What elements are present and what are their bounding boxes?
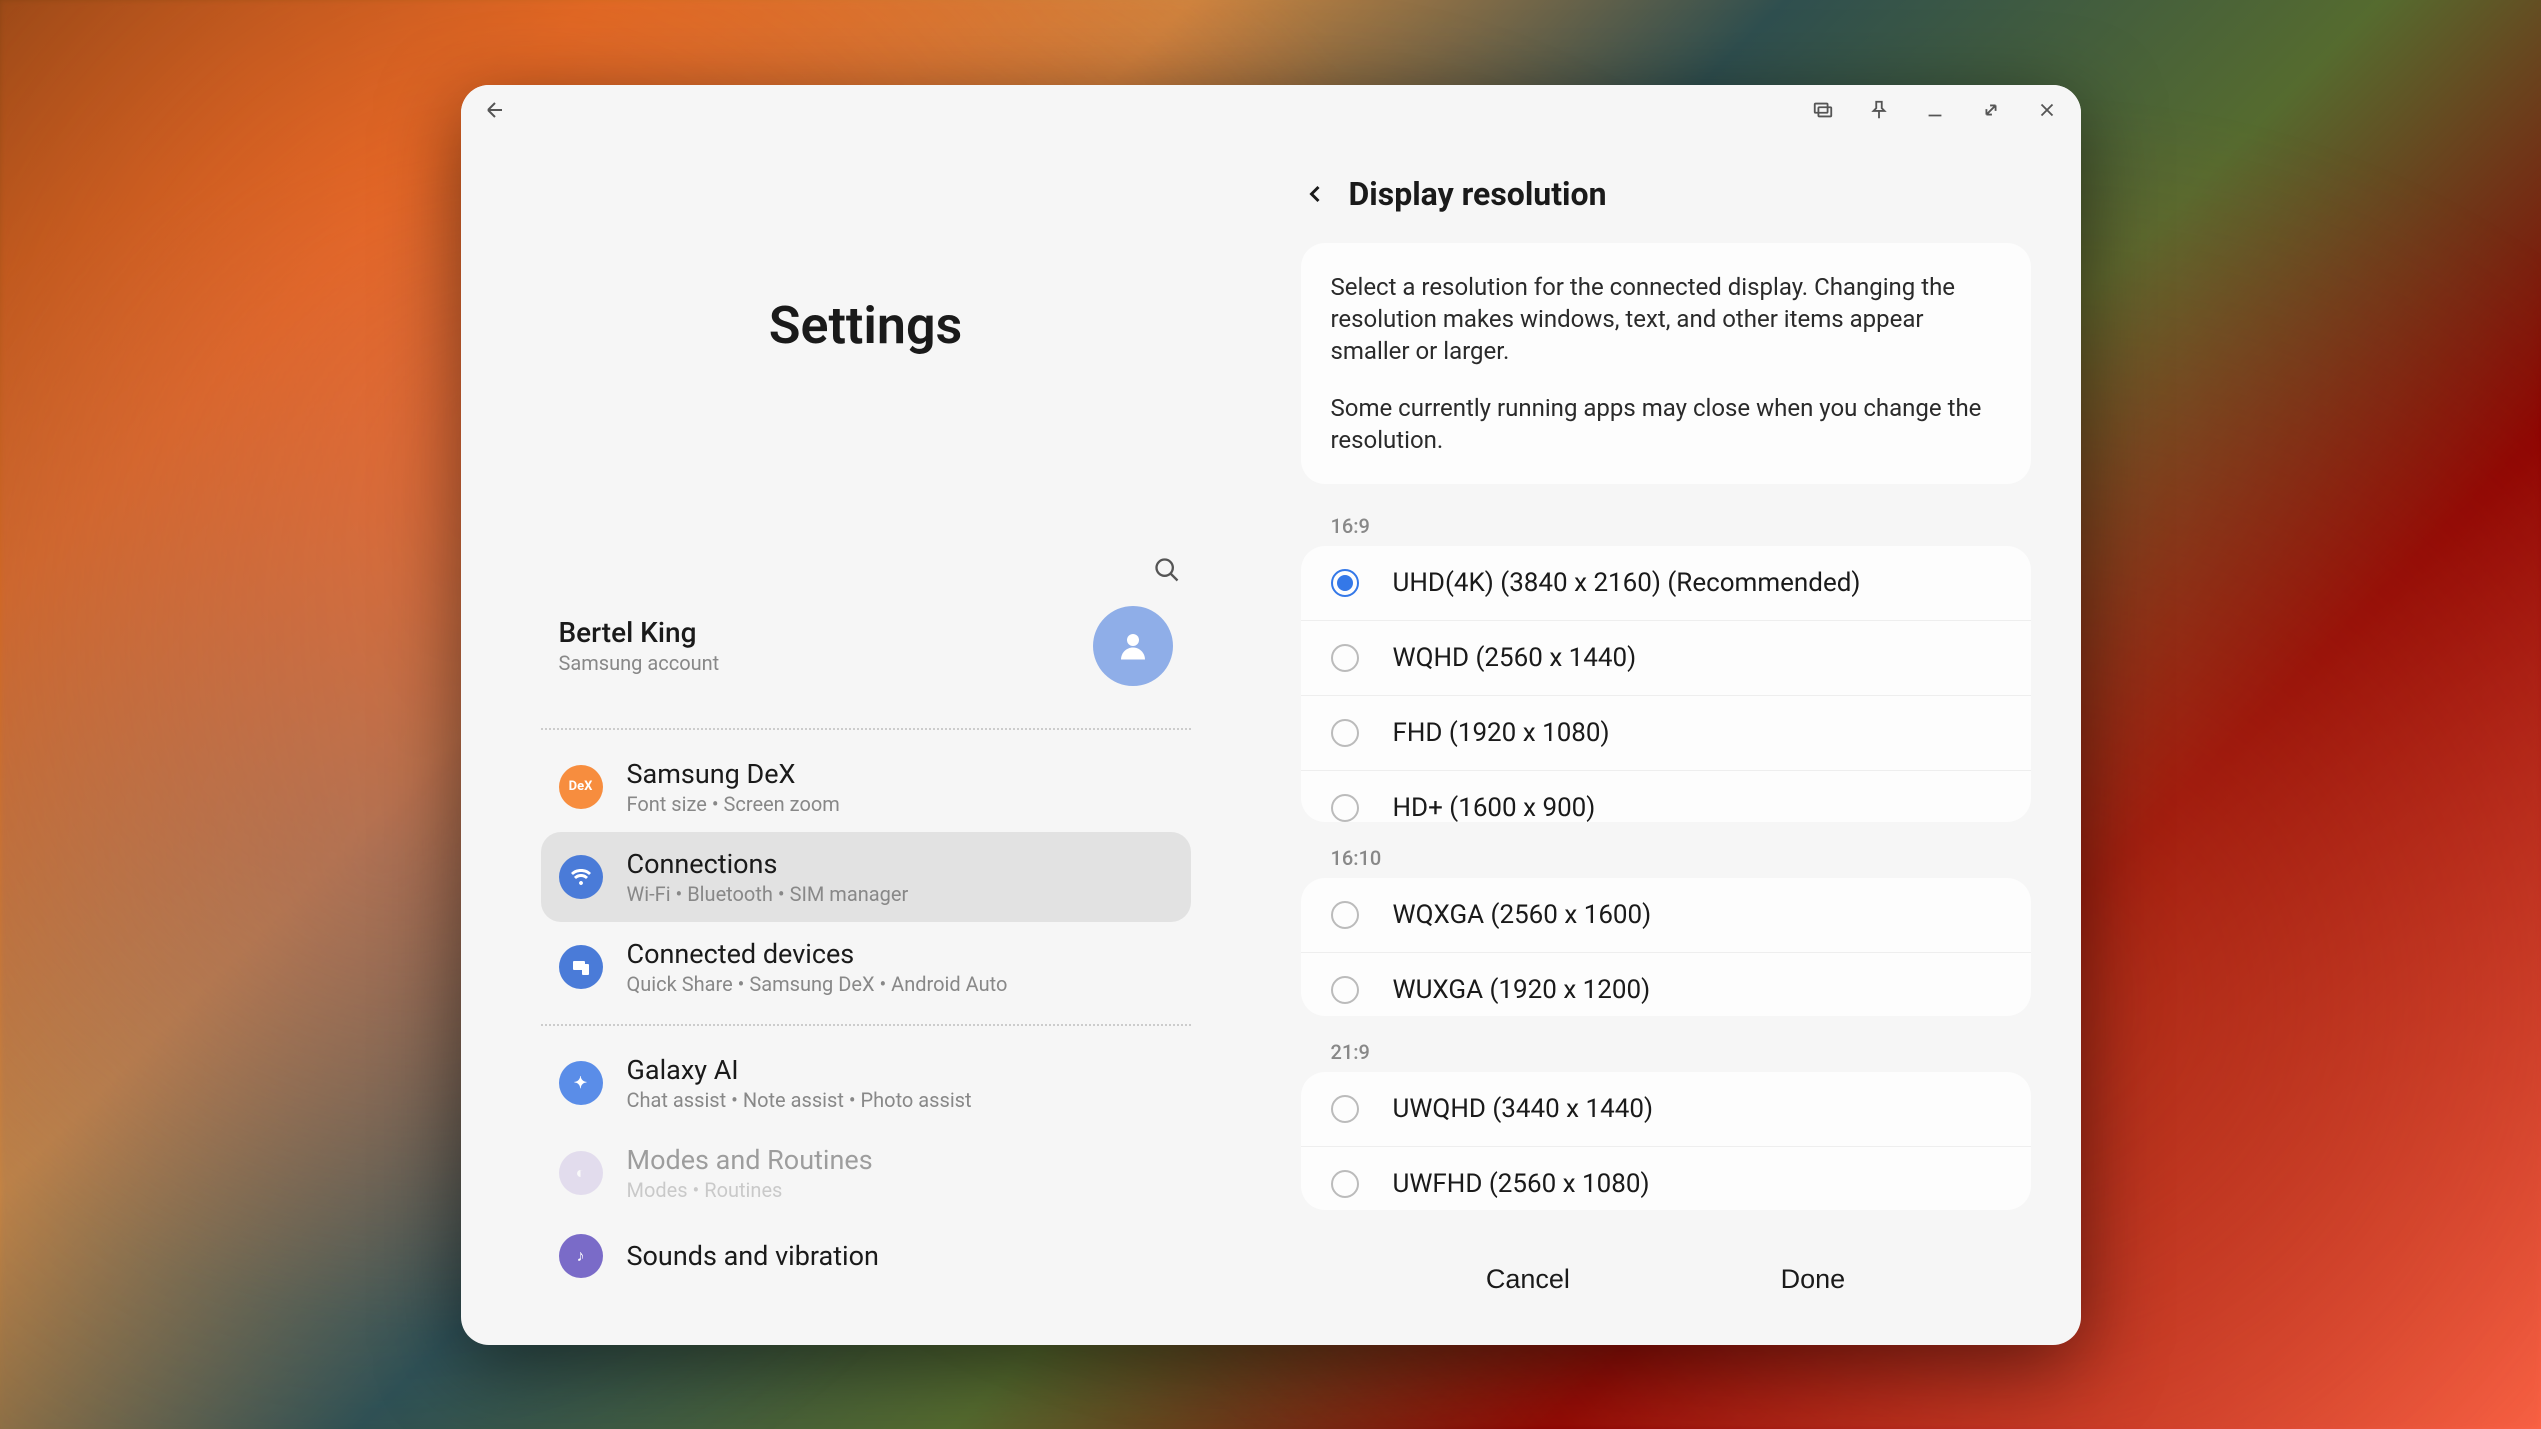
sidebar-item-label: Connected devices xyxy=(627,938,1008,970)
radio-label: WQHD (2560 x 1440) xyxy=(1393,643,1637,673)
divider xyxy=(541,728,1191,730)
done-button[interactable]: Done xyxy=(1741,1254,1886,1305)
sidebar-item-sub: Font size • Screen zoom xyxy=(627,792,840,816)
radio-option-hdplus[interactable]: HD+ (1600 x 900) xyxy=(1301,770,2031,822)
radio-label: HD+ (1600 x 900) xyxy=(1393,793,1596,822)
account-name: Bertel King xyxy=(559,616,720,649)
avatar[interactable] xyxy=(1093,606,1173,686)
monitor-icon[interactable] xyxy=(1809,96,1837,124)
sidebar-item-sounds[interactable]: ♪ Sounds and vibration xyxy=(541,1218,1191,1294)
radio-label: WUXGA (1920 x 1200) xyxy=(1393,975,1651,1005)
group-label-16-10: 16:10 xyxy=(1331,846,2031,870)
devices-icon xyxy=(559,945,603,989)
radio-group-16-9: UHD(4K) (3840 x 2160) (Recommended) WQHD… xyxy=(1301,546,2031,822)
info-text-1: Select a resolution for the connected di… xyxy=(1331,271,2001,368)
radio-button[interactable] xyxy=(1331,901,1359,929)
radio-group-16-10: WQXGA (2560 x 1600) WUXGA (1920 x 1200) xyxy=(1301,878,2031,1016)
radio-option-uhd4k[interactable]: UHD(4K) (3840 x 2160) (Recommended) xyxy=(1301,546,2031,620)
sidebar-item-samsung-dex[interactable]: DeX Samsung DeX Font size • Screen zoom xyxy=(541,742,1191,832)
sidebar-item-label: Connections xyxy=(627,848,909,880)
radio-button[interactable] xyxy=(1331,1095,1359,1123)
radio-button[interactable] xyxy=(1331,794,1359,822)
detail-pane: Display resolution Select a resolution f… xyxy=(1271,135,2081,1345)
radio-option-wqhd[interactable]: WQHD (2560 x 1440) xyxy=(1301,620,2031,695)
modes-icon: ◐ xyxy=(559,1151,603,1195)
window-titlebar xyxy=(461,85,2081,135)
footer-buttons: Cancel Done xyxy=(1301,1224,2031,1325)
close-icon[interactable] xyxy=(2033,96,2061,124)
radio-button[interactable] xyxy=(1331,569,1359,597)
radio-option-uwqhd[interactable]: UWQHD (3440 x 1440) xyxy=(1301,1072,2031,1146)
radio-button[interactable] xyxy=(1331,1170,1359,1198)
account-row[interactable]: Bertel King Samsung account xyxy=(541,594,1191,716)
maximize-icon[interactable] xyxy=(1977,96,2005,124)
sidebar-item-sub: Quick Share • Samsung DeX • Android Auto xyxy=(627,972,1008,996)
settings-window: Settings Bertel King Samsung account xyxy=(461,85,2081,1345)
chevron-left-icon[interactable] xyxy=(1301,180,1329,208)
detail-title: Display resolution xyxy=(1349,175,1607,213)
radio-button[interactable] xyxy=(1331,976,1359,1004)
radio-label: WQXGA (2560 x 1600) xyxy=(1393,900,1652,930)
radio-label: FHD (1920 x 1080) xyxy=(1393,718,1610,748)
sidebar-item-sub: Chat assist • Note assist • Photo assist xyxy=(627,1088,972,1112)
info-text-2: Some currently running apps may close wh… xyxy=(1331,392,2001,457)
window-content: Settings Bertel King Samsung account xyxy=(461,135,2081,1345)
detail-header: Display resolution xyxy=(1301,175,2031,213)
cancel-button[interactable]: Cancel xyxy=(1446,1254,1610,1305)
radio-button[interactable] xyxy=(1331,719,1359,747)
sidebar-item-connected-devices[interactable]: Connected devices Quick Share • Samsung … xyxy=(541,922,1191,1012)
radio-label: UHD(4K) (3840 x 2160) (Recommended) xyxy=(1393,568,1861,598)
group-label-16-9: 16:9 xyxy=(1331,514,2031,538)
account-sub: Samsung account xyxy=(559,651,720,675)
ai-icon: ✦ xyxy=(559,1061,603,1105)
sidebar-item-label: Galaxy AI xyxy=(627,1054,972,1086)
sidebar-item-modes-routines[interactable]: ◐ Modes and Routines Modes • Routines xyxy=(541,1128,1191,1218)
sidebar-item-connections[interactable]: Connections Wi-Fi • Bluetooth • SIM mana… xyxy=(541,832,1191,922)
dex-icon: DeX xyxy=(559,765,603,809)
radio-label: UWQHD (3440 x 1440) xyxy=(1393,1094,1654,1124)
sidebar-item-label: Samsung DeX xyxy=(627,758,840,790)
radio-option-uwfhd[interactable]: UWFHD (2560 x 1080) xyxy=(1301,1146,2031,1210)
search-icon[interactable] xyxy=(1153,556,1181,584)
sound-icon: ♪ xyxy=(559,1234,603,1278)
divider xyxy=(541,1024,1191,1026)
pin-icon[interactable] xyxy=(1865,96,1893,124)
sidebar-item-galaxy-ai[interactable]: ✦ Galaxy AI Chat assist • Note assist • … xyxy=(541,1038,1191,1128)
group-label-21-9: 21:9 xyxy=(1331,1040,2031,1064)
wifi-icon xyxy=(559,855,603,899)
radio-option-wqxga[interactable]: WQXGA (2560 x 1600) xyxy=(1301,878,2031,952)
radio-button[interactable] xyxy=(1331,644,1359,672)
sidebar-item-sub: Modes • Routines xyxy=(627,1178,873,1202)
back-arrow-icon[interactable] xyxy=(481,96,509,124)
sidebar-item-label: Sounds and vibration xyxy=(627,1240,879,1272)
radio-label: UWFHD (2560 x 1080) xyxy=(1393,1169,1650,1199)
radio-option-fhd[interactable]: FHD (1920 x 1080) xyxy=(1301,695,2031,770)
radio-option-wuxga[interactable]: WUXGA (1920 x 1200) xyxy=(1301,952,2031,1016)
sidebar-item-label: Modes and Routines xyxy=(627,1144,873,1176)
minimize-icon[interactable] xyxy=(1921,96,1949,124)
settings-sidebar: Settings Bertel King Samsung account xyxy=(461,135,1271,1345)
radio-group-21-9: UWQHD (3440 x 1440) UWFHD (2560 x 1080) xyxy=(1301,1072,2031,1210)
info-card: Select a resolution for the connected di… xyxy=(1301,243,2031,485)
page-title: Settings xyxy=(541,295,1191,356)
sidebar-item-sub: Wi-Fi • Bluetooth • SIM manager xyxy=(627,882,909,906)
